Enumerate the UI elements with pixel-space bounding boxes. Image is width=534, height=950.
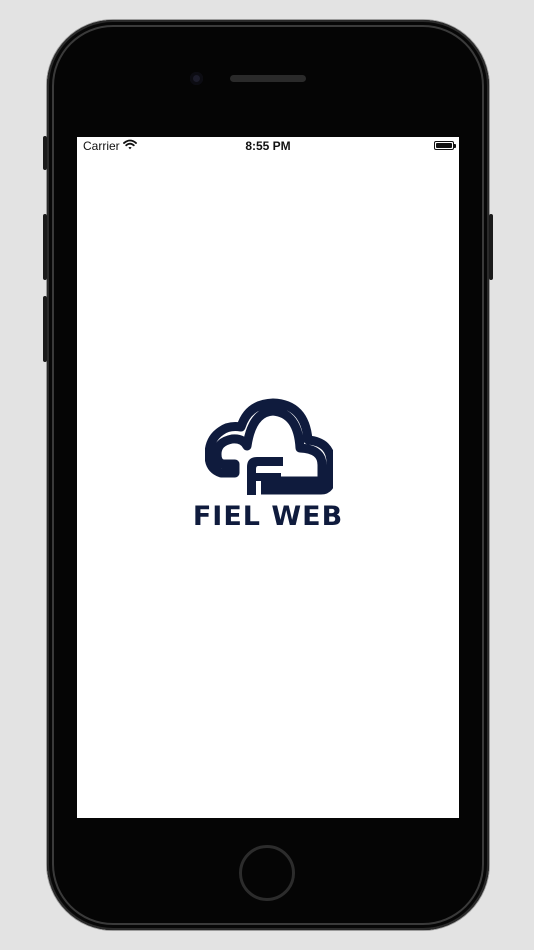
app-screen: Carrier 8:55 PM FIEL WEB bbox=[77, 137, 459, 818]
mute-switch bbox=[43, 136, 47, 170]
brand-name: FIEL WEB bbox=[192, 501, 344, 532]
battery-level-fill bbox=[436, 143, 452, 148]
volume-up-button bbox=[43, 214, 47, 280]
status-bar: Carrier 8:55 PM bbox=[77, 137, 459, 155]
status-time: 8:55 PM bbox=[245, 139, 291, 153]
volume-down-button bbox=[43, 296, 47, 362]
cloud-f-logo bbox=[205, 398, 333, 495]
earpiece-speaker bbox=[230, 75, 306, 82]
home-button[interactable] bbox=[239, 845, 295, 901]
battery-cap bbox=[454, 144, 456, 148]
power-button bbox=[489, 214, 493, 280]
battery-icon bbox=[434, 141, 454, 150]
front-camera bbox=[190, 72, 203, 85]
